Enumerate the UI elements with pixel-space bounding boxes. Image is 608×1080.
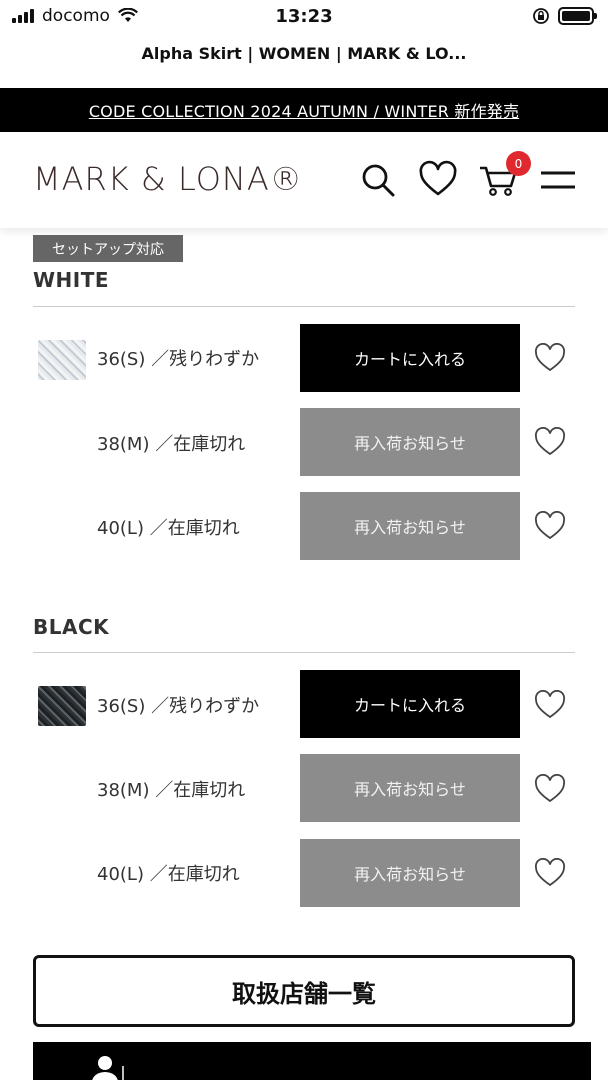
- status-right: [532, 7, 597, 25]
- restock-notify-button-black-m[interactable]: 再入荷お知らせ: [300, 754, 520, 822]
- status-time: 13:23: [275, 6, 333, 27]
- divider: [33, 306, 575, 307]
- orientation-lock-icon: [533, 8, 549, 24]
- promo-link[interactable]: CODE COLLECTION 2024 AUTUMN / WINTER 新作発…: [89, 98, 519, 122]
- person-icon: [92, 1056, 124, 1080]
- size-label-black-s: 36(S) ／残りわずか: [97, 696, 260, 717]
- favorite-heart-icon[interactable]: [534, 690, 566, 720]
- favorite-heart-icon[interactable]: [534, 427, 566, 457]
- search-icon[interactable]: [358, 160, 398, 200]
- favorites-heart-icon[interactable]: [418, 160, 458, 200]
- size-label-black-m: 38(M) ／在庫切れ: [97, 780, 246, 801]
- restock-notify-button-black-l[interactable]: 再入荷お知らせ: [300, 839, 520, 907]
- divider: [33, 652, 575, 653]
- product-thumbnail-black: [38, 686, 86, 726]
- cart-count-badge: 0: [506, 151, 531, 176]
- size-label-white-l: 40(L) ／在庫切れ: [97, 518, 240, 539]
- status-bar: docomo 13:23: [0, 0, 608, 34]
- add-to-cart-button-black-s[interactable]: カートに入れる: [300, 670, 520, 738]
- bottom-banner[interactable]: [33, 1042, 591, 1080]
- favorite-heart-icon[interactable]: [534, 511, 566, 541]
- restock-notify-button-white-l[interactable]: 再入荷お知らせ: [300, 492, 520, 560]
- product-thumbnail-white: [38, 340, 86, 380]
- color-heading-black: BLACK: [33, 615, 110, 639]
- favorite-heart-icon[interactable]: [534, 774, 566, 804]
- size-label-black-l: 40(L) ／在庫切れ: [97, 864, 240, 885]
- color-heading-white: WHITE: [33, 268, 110, 292]
- browser-title: Alpha Skirt | WOMEN | MARK & LO...: [141, 44, 467, 63]
- site-logo[interactable]: MARK & LONA®: [33, 160, 303, 198]
- size-label-white-s: 36(S) ／残りわずか: [97, 349, 260, 370]
- menu-icon[interactable]: [538, 160, 578, 200]
- setup-tag: セットアップ対応: [33, 235, 183, 262]
- site-header: MARK & LONA®: [0, 132, 608, 228]
- store-list-button[interactable]: 取扱店舗一覧: [33, 955, 575, 1027]
- promo-bar: CODE COLLECTION 2024 AUTUMN / WINTER 新作発…: [0, 88, 608, 132]
- add-to-cart-button-white-s[interactable]: カートに入れる: [300, 324, 520, 392]
- battery-icon: [558, 7, 597, 25]
- favorite-heart-icon[interactable]: [534, 343, 566, 373]
- favorite-heart-icon[interactable]: [534, 858, 566, 888]
- size-label-white-m: 38(M) ／在庫切れ: [97, 434, 246, 455]
- restock-notify-button-white-m[interactable]: 再入荷お知らせ: [300, 408, 520, 476]
